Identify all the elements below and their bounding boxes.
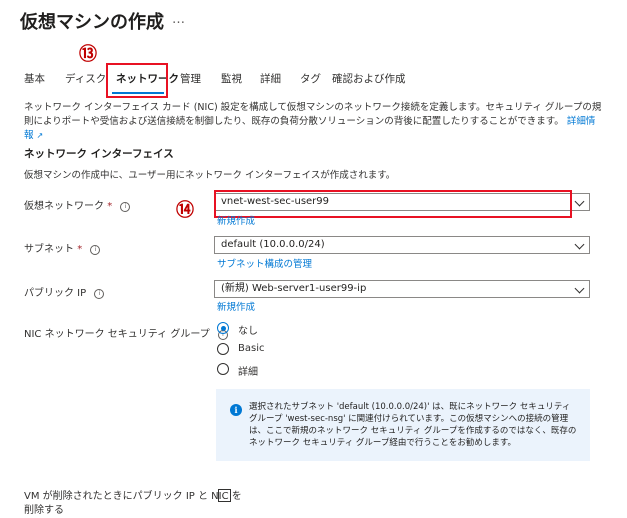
- nsg-radio-advanced[interactable]: [217, 363, 229, 375]
- info-circle-icon: i: [230, 404, 242, 416]
- annotation-14: ⑭: [176, 200, 194, 221]
- nsg-option-basic-label: Basic: [238, 343, 265, 354]
- chevron-down-icon: [574, 196, 585, 207]
- subnet-select[interactable]: default (10.0.0.0/24): [214, 236, 590, 254]
- vnet-create-new-link[interactable]: 新規作成: [217, 213, 255, 227]
- nsg-label: NIC ネットワーク セキュリティ グループ i: [24, 325, 228, 340]
- info-icon[interactable]: i: [94, 289, 105, 299]
- tab-monitoring[interactable]: 監視: [221, 71, 242, 86]
- info-message-box: i 選択されたサブネット 'default (10.0.0.0/24)' は、既…: [216, 389, 590, 461]
- nsg-radio-basic[interactable]: [217, 343, 229, 355]
- tab-advanced[interactable]: 詳細: [260, 71, 281, 86]
- page-description: ネットワーク インターフェイス カード (NIC) 設定を構成して仮想マシンのネ…: [24, 101, 604, 143]
- nsg-option-none-label: なし: [238, 326, 258, 337]
- public-ip-label: パブリック IP i: [24, 284, 105, 299]
- description-text: ネットワーク インターフェイス カード (NIC) 設定を構成して仮想マシンのネ…: [24, 102, 602, 127]
- highlight-box-vnet: [214, 190, 572, 218]
- manage-subnet-link[interactable]: サブネット構成の管理: [217, 256, 312, 270]
- subnet-label: サブネット * i: [24, 240, 101, 255]
- more-options-icon[interactable]: …: [172, 12, 185, 27]
- highlight-box-networking-tab: [106, 63, 168, 98]
- tab-management[interactable]: 管理: [180, 71, 201, 86]
- required-marker: *: [107, 201, 113, 212]
- public-ip-select[interactable]: (新規) Web-server1-user99-ip: [214, 280, 590, 298]
- annotation-13: ⑬: [79, 44, 97, 65]
- tab-tags[interactable]: タグ: [300, 71, 321, 86]
- chevron-down-icon: [574, 283, 585, 294]
- info-icon[interactable]: i: [90, 245, 101, 255]
- required-marker: *: [77, 244, 83, 255]
- tab-basics[interactable]: 基本: [24, 71, 45, 86]
- tab-disks[interactable]: ディスク: [65, 71, 106, 86]
- tab-review-create[interactable]: 確認および作成: [332, 71, 406, 86]
- external-link-icon: ↗: [36, 131, 44, 140]
- nsg-radio-none[interactable]: [217, 322, 229, 334]
- page-title: 仮想マシンの作成: [20, 12, 164, 33]
- delete-ip-nic-checkbox[interactable]: [218, 489, 231, 502]
- public-ip-create-new-link[interactable]: 新規作成: [217, 299, 255, 313]
- nsg-option-advanced-label: 詳細: [238, 367, 258, 378]
- delete-ip-nic-label: VM が削除されたときにパブリック IP と NIC を 削除する: [24, 491, 242, 516]
- section-title: ネットワーク インターフェイス: [24, 148, 174, 160]
- info-icon[interactable]: i: [120, 202, 131, 212]
- section-subtitle: 仮想マシンの作成中に、ユーザー用にネットワーク インターフェイスが作成されます。: [24, 170, 396, 181]
- vnet-label: 仮想ネットワーク * i: [24, 197, 131, 212]
- chevron-down-icon: [574, 239, 585, 250]
- info-message-text: 選択されたサブネット 'default (10.0.0.0/24)' は、既にネ…: [249, 402, 577, 448]
